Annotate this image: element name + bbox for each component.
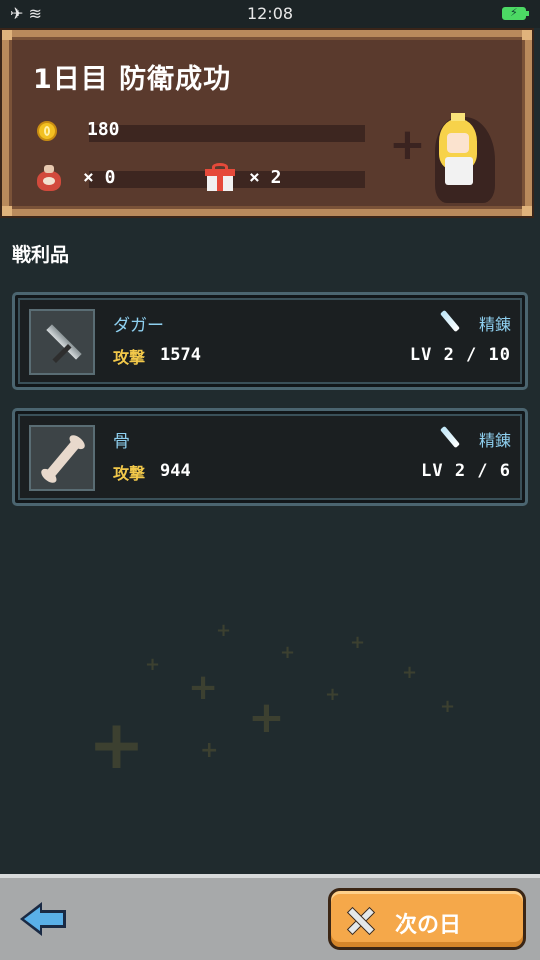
item-level: LV 2 / 10 <box>409 345 511 365</box>
bone-icon <box>45 438 81 480</box>
princess-portrait <box>429 107 499 205</box>
coin-icon <box>37 121 57 141</box>
crossed-swords-icon <box>345 905 376 936</box>
status-bar: ✈ ≋ 12:08 ⚡ <box>0 0 540 28</box>
item-thumbnail <box>29 309 95 375</box>
item-name: ダガー <box>113 316 164 336</box>
battery-icon: ⚡ <box>502 6 529 20</box>
bag-count: × 0 <box>83 167 116 188</box>
gold-amount: 180 <box>87 119 120 140</box>
sparkle-icon: + <box>389 119 426 170</box>
attack-label: 攻撃 <box>113 348 146 367</box>
refine-button[interactable]: 精錬 <box>479 427 511 451</box>
bag-icon <box>35 165 63 191</box>
refine-icon <box>439 425 461 449</box>
attack-label: 攻撃 <box>113 464 146 483</box>
next-day-button[interactable]: 次の日 <box>328 888 526 950</box>
status-time: 12:08 <box>246 4 294 23</box>
refine-button[interactable]: 精錬 <box>479 311 511 335</box>
back-arrow-icon[interactable] <box>20 902 68 936</box>
result-panel: 1日目 防衛成功 180 × 0 × 2 + <box>2 30 532 216</box>
loot-item-card[interactable]: ダガー 攻撃 1574 精錬 LV 2 / 10 <box>12 292 528 390</box>
loot-section-title: 戦利品 <box>12 244 70 266</box>
gold-bar <box>89 125 365 142</box>
item-name: 骨 <box>113 432 130 452</box>
refine-icon <box>439 309 461 333</box>
bottom-bar: 次の日 <box>0 874 540 960</box>
result-title: 1日目 防衛成功 <box>33 64 232 95</box>
loot-item-card[interactable]: 骨 攻撃 944 精錬 LV 2 / 6 <box>12 408 528 506</box>
gift-icon <box>205 163 235 191</box>
item-thumbnail <box>29 425 95 491</box>
attack-value: 944 <box>160 461 191 481</box>
next-day-label: 次の日 <box>395 913 462 938</box>
attack-value: 1574 <box>160 345 201 365</box>
gift-count: × 2 <box>249 167 282 188</box>
item-level: LV 2 / 6 <box>421 461 511 481</box>
